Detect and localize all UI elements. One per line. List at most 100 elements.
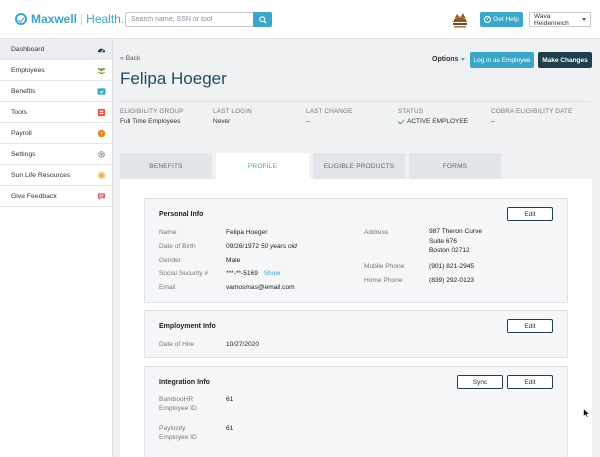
sidebar-item-label: Settings: [11, 150, 36, 158]
edit-personal-info-button[interactable]: Edit: [507, 207, 553, 221]
back-link[interactable]: « Back: [120, 55, 140, 62]
meta-label: LAST LOGIN: [213, 108, 252, 115]
name-value: Felipa Hoeger: [226, 229, 268, 236]
last-login-value: Never: [213, 118, 231, 125]
sidebar-item-sun-life-resources[interactable]: Sun Life Resources: [0, 165, 112, 186]
maxwell-logo-icon: [15, 13, 27, 25]
make-changes-button[interactable]: Make Changes: [538, 52, 592, 68]
last-change-value: –: [306, 118, 310, 125]
mobile-phone-value: (901) 821-2945: [429, 263, 475, 270]
tools-icon: [97, 108, 106, 116]
user-menu-dropdown[interactable]: Wava Heidenreich: [529, 12, 591, 27]
hire-date-value: 10/27/2020: [226, 341, 260, 348]
ssn-label: Social Security #: [159, 270, 209, 277]
edit-employment-info-button[interactable]: Edit: [507, 319, 553, 333]
feedback-icon: [97, 192, 106, 200]
sidebar-item-tools[interactable]: Tools: [0, 102, 112, 123]
edit-integration-info-button[interactable]: Edit: [507, 375, 553, 389]
meta-last-change: LAST CHANGE –: [306, 108, 353, 125]
address-label: Address: [364, 229, 389, 236]
tab-eligible-products[interactable]: ELIGIBLE PRODUCTS: [313, 153, 405, 179]
checkmark-icon: [397, 116, 405, 125]
meta-status: STATUS ACTIVE EMPLOYEE: [397, 108, 469, 125]
bamboohr-id-value: 61: [226, 396, 234, 403]
maxwell-health-logo[interactable]: Maxwell | Health.: [15, 12, 124, 26]
chevron-down-icon: [461, 58, 466, 61]
sidebar-item-payroll[interactable]: Payroll !: [0, 123, 112, 144]
top-bar: Maxwell | Health. ? Get Help Wava Heiden…: [0, 0, 600, 39]
people-icon: [97, 67, 106, 74]
double-chevron-left-icon: «: [120, 55, 124, 62]
meta-label: COBRA ELIGIBILITY DATE: [491, 108, 573, 115]
address-line-2: Suite 676: [429, 237, 457, 245]
sidebar-item-give-feedback[interactable]: Give Feedback: [0, 186, 112, 207]
paylocity-label-line-1: Paylocity: [159, 425, 186, 432]
tab-forms[interactable]: FORMS: [409, 153, 501, 179]
show-ssn-link[interactable]: Show: [264, 270, 281, 277]
sidebar-item-label: Give Feedback: [11, 192, 57, 200]
meta-last-login: LAST LOGIN Never: [213, 108, 252, 125]
address-line-1: 987 Theron Curve: [429, 228, 483, 235]
gear-icon: [98, 150, 105, 158]
employment-info-card: Employment Info Edit Date of Hire 10/27/…: [144, 310, 568, 358]
address-value: 987 Theron Curve Suite 676 Boston 02712: [429, 227, 482, 256]
tab-profile[interactable]: PROFILE: [216, 153, 309, 180]
user-name: Wava Heidenreich: [534, 12, 569, 27]
meta-label: STATUS: [398, 108, 424, 115]
brand-suffix: Health.: [86, 12, 125, 26]
bamboohr-id-label: BambooHR Employee ID: [159, 395, 197, 413]
status-value: ACTIVE EMPLOYEE: [407, 118, 469, 125]
tab-benefits[interactable]: BENEFITS: [120, 153, 212, 179]
card-title: Employment Info: [159, 323, 216, 330]
dob-value: 09/26/1972 50 years old: [226, 242, 297, 252]
dashboard-icon: [97, 48, 106, 52]
cobra-date-value: –: [491, 118, 495, 125]
search-button[interactable]: [253, 12, 272, 27]
card-title: Personal Info: [159, 211, 204, 218]
payroll-coin-icon: !: [97, 129, 106, 137]
brand-separator: |: [80, 12, 84, 26]
paylocity-label-line-2: Employee ID: [159, 434, 197, 441]
meta-value: –: [306, 118, 353, 125]
home-phone-label: Home Phone: [364, 277, 403, 284]
sidebar-item-settings[interactable]: Settings: [0, 144, 112, 165]
card-title: Integration Info: [159, 379, 210, 386]
options-dropdown[interactable]: Options: [432, 56, 466, 63]
get-help-button[interactable]: ? Get Help: [480, 12, 523, 27]
meta-value: Never: [213, 118, 252, 125]
sidebar-item-label: Payroll: [11, 129, 32, 137]
meta-value: Full Time Employees: [120, 118, 183, 125]
sidebar-item-benefits[interactable]: Benefits: [0, 81, 112, 102]
meta-cobra-eligibility-date: COBRA ELIGIBILITY DATE –: [491, 108, 573, 125]
age-text: 50 years old: [260, 243, 297, 250]
email-label: Email: [159, 284, 176, 291]
sidebar: Dashboard Employees Benefits Tools Payro…: [0, 39, 113, 457]
sidebar-item-dashboard[interactable]: Dashboard: [0, 39, 112, 60]
employer-logo-icon: [453, 13, 467, 28]
page-title: Felipa Hoeger: [120, 69, 227, 88]
get-help-label: Get Help: [493, 16, 519, 23]
search-input[interactable]: [125, 12, 253, 27]
paylocity-id-value: 61: [226, 425, 234, 432]
name-label: Name: [159, 229, 177, 236]
bamboohr-label-line-1: BambooHR: [159, 396, 194, 403]
meta-label: ELIGIBILITY GROUP: [120, 108, 184, 115]
dob-date: 09/26/1972: [226, 243, 260, 250]
mobile-phone-label: Mobile Phone: [364, 263, 405, 270]
meta-value: –: [491, 118, 573, 125]
sidebar-item-label: Sun Life Resources: [11, 171, 71, 179]
options-label: Options: [432, 56, 459, 63]
sidebar-item-label: Tools: [11, 108, 27, 116]
meta-label: LAST CHANGE: [306, 108, 353, 115]
search-icon: [258, 15, 267, 24]
hire-date-label: Date of Hire: [159, 341, 195, 348]
chevron-down-icon: [582, 18, 586, 21]
sync-button[interactable]: Sync: [457, 375, 503, 389]
dob-label: Date of Birth: [159, 243, 196, 250]
meta-eligibility-group: ELIGIBILITY GROUP Full Time Employees: [120, 108, 183, 125]
ssn-masked: ***-**-5169: [226, 270, 258, 277]
mouse-cursor-icon: [583, 408, 590, 418]
sidebar-item-employees[interactable]: Employees: [0, 60, 112, 81]
address-line-3: Boston 02712: [429, 247, 470, 254]
log-in-as-employee-button[interactable]: Log in as Employee: [470, 52, 534, 68]
